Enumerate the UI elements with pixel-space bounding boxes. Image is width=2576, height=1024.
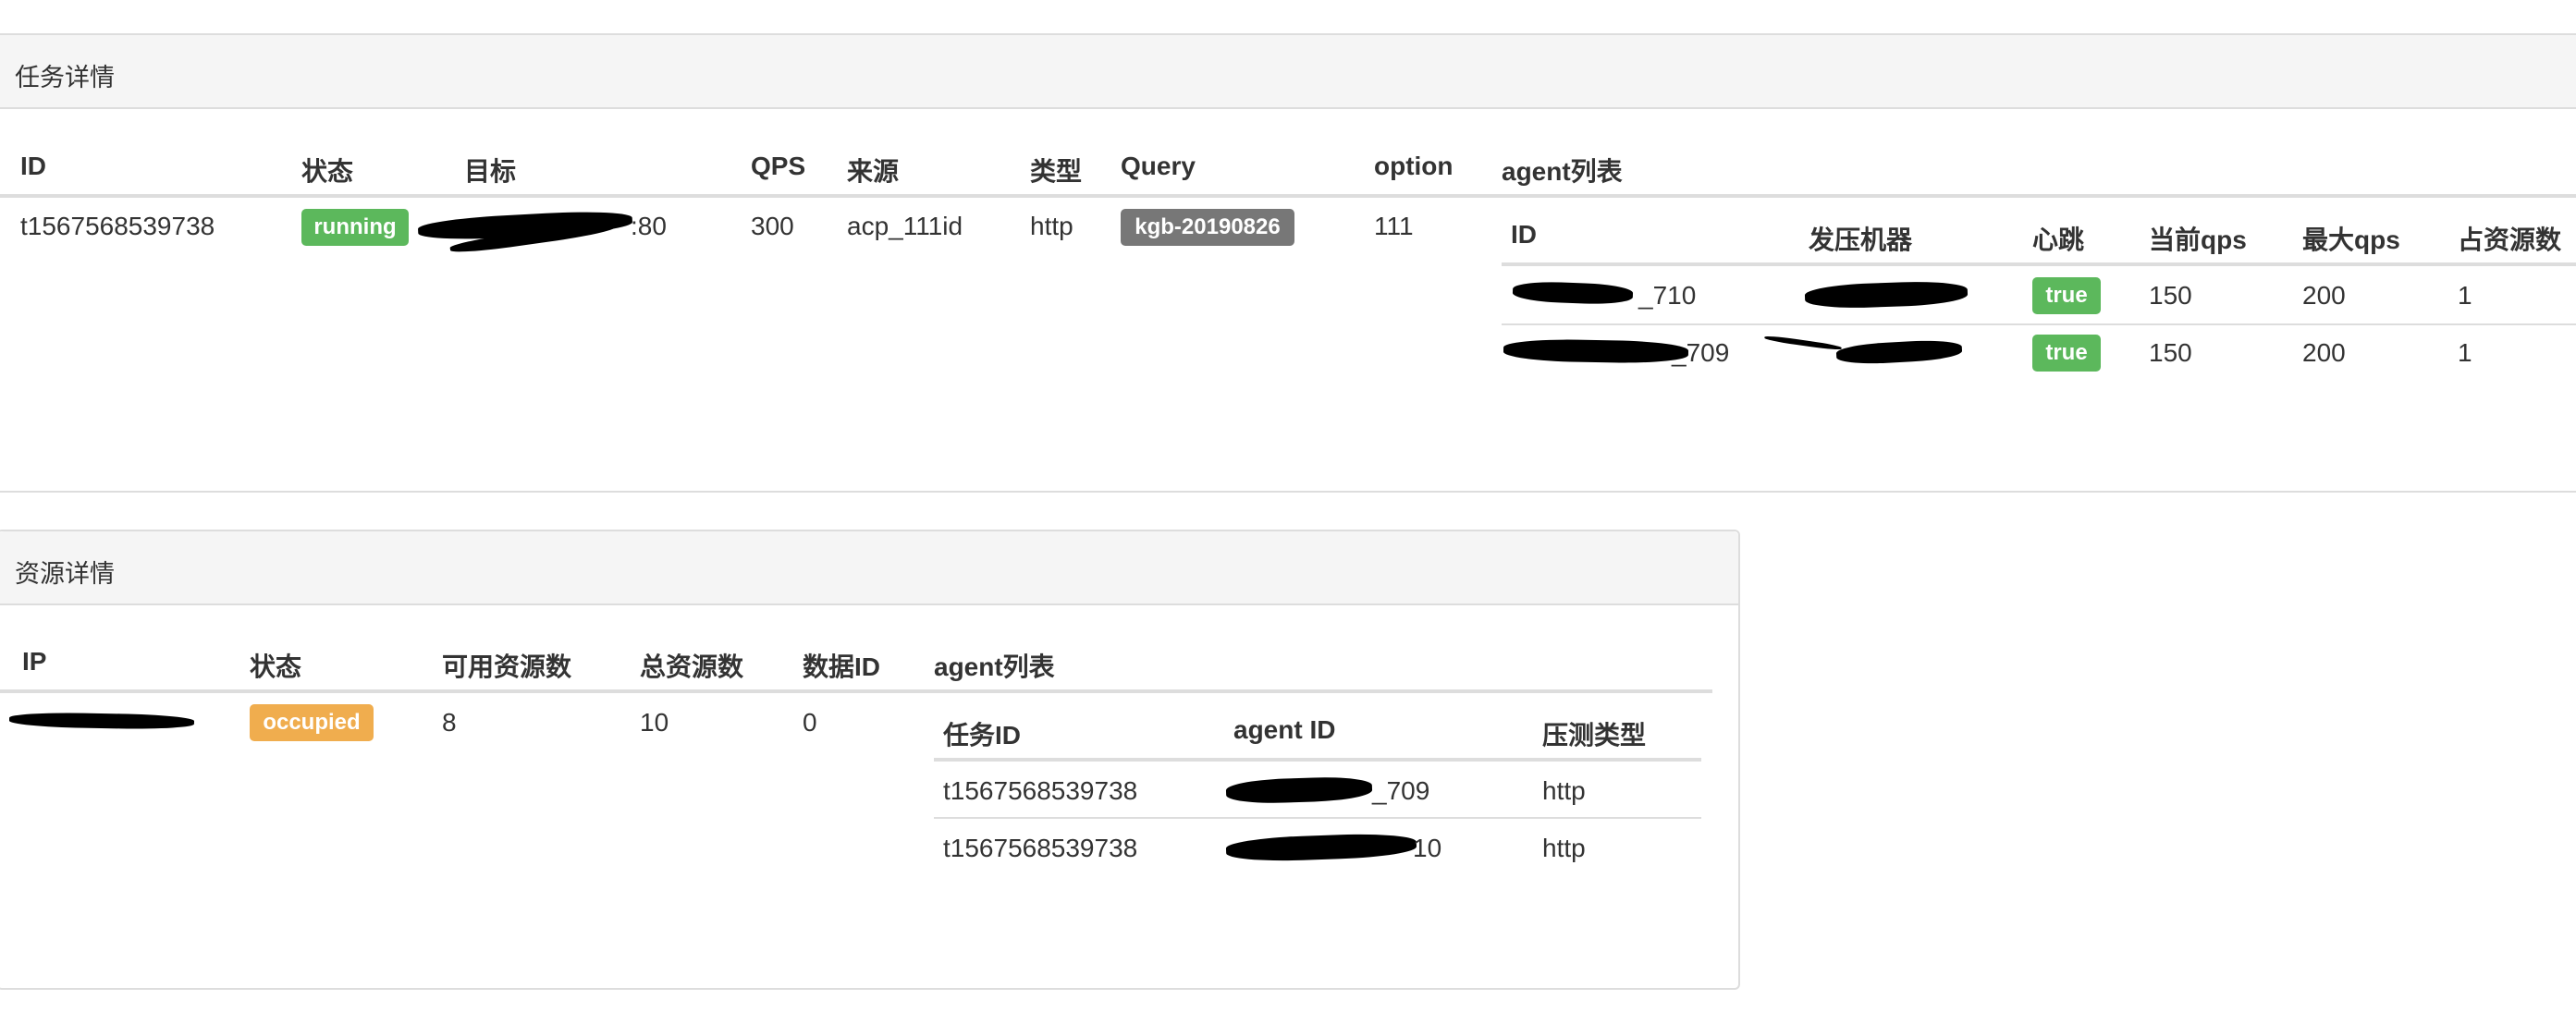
- resource-header-agent-list: agent列表: [934, 652, 1055, 681]
- res-agent-id-cell: 10: [1413, 834, 1442, 862]
- res-agent-test-type-cell: http: [1542, 776, 1586, 805]
- agent-resources-cell: 1: [2458, 338, 2472, 367]
- agent-resources-cell: 1: [2458, 281, 2472, 310]
- resource-header-ip: IP: [22, 647, 47, 676]
- agent-header-max-qps: 最大qps: [2302, 226, 2400, 254]
- task-source-cell: acp_111id: [847, 212, 963, 240]
- task-type-cell: http: [1030, 212, 1073, 240]
- task-header-source: 来源: [847, 157, 900, 186]
- agent-id-cell: _709: [1672, 338, 1730, 367]
- agent-header-heartbeat: 心跳: [2032, 226, 2085, 254]
- res-agent-test-type-cell: http: [1542, 834, 1586, 862]
- task-header-type: 类型: [1030, 157, 1083, 186]
- res-agent-task-id-cell: t1567568539738: [943, 834, 1138, 862]
- agent-current-qps-cell: 150: [2149, 338, 2192, 367]
- agent-header-resources: 占资源数: [2458, 226, 2562, 254]
- resource-header-available: 可用资源数: [442, 652, 572, 681]
- resource-total-cell: 10: [640, 708, 669, 737]
- task-panel-heading: 任务详情: [0, 35, 2576, 109]
- task-panel-title: 任务详情: [15, 64, 115, 91]
- res-agent-task-id-cell: t1567568539738: [943, 776, 1138, 805]
- resource-header-data-id: 数据ID: [803, 652, 881, 681]
- task-header-status: 状态: [301, 157, 354, 186]
- res-agent-row-divider: [934, 817, 1701, 819]
- agent-current-qps-cell: 150: [2149, 281, 2192, 310]
- task-header-qps: QPS: [751, 152, 806, 180]
- resource-available-cell: 8: [442, 708, 457, 737]
- agent-max-qps-cell: 200: [2302, 281, 2346, 310]
- resource-panel-title: 资源详情: [15, 560, 115, 588]
- task-header-agent-list: agent列表: [1502, 157, 1623, 186]
- agent-heartbeat-badge: true: [2032, 277, 2101, 314]
- res-agent-id-cell: _709: [1372, 776, 1430, 805]
- task-query-badge: kgb-20190826: [1121, 209, 1294, 246]
- resource-panel-heading: 资源详情: [0, 531, 1738, 605]
- agent-header-machine: 发压机器: [1809, 226, 1913, 254]
- agent-header-current-qps: 当前qps: [2149, 226, 2247, 254]
- task-header-query: Query: [1121, 152, 1196, 180]
- res-agent-header-agent-id: agent ID: [1233, 715, 1336, 744]
- agent-header-id: ID: [1511, 220, 1537, 249]
- agent-header-divider: [1502, 262, 2576, 266]
- agent-id-cell: _710: [1638, 281, 1697, 310]
- resource-header-divider: [0, 689, 1712, 693]
- resource-header-total: 总资源数: [640, 652, 744, 681]
- res-agent-header-divider: [934, 758, 1701, 762]
- task-header-divider: [0, 194, 2576, 198]
- task-header-option: option: [1374, 152, 1454, 180]
- task-header-target: 目标: [464, 157, 517, 186]
- agent-row-divider: [1502, 323, 2576, 325]
- resource-header-status: 状态: [250, 652, 302, 681]
- task-header-id: ID: [20, 152, 46, 180]
- res-agent-header-test-type: 压测类型: [1542, 721, 1647, 750]
- task-target-port: :80: [631, 212, 667, 240]
- agent-heartbeat-badge: true: [2032, 335, 2101, 372]
- task-id-cell: t1567568539738: [20, 212, 215, 240]
- agent-max-qps-cell: 200: [2302, 338, 2346, 367]
- res-agent-header-task-id: 任务ID: [943, 721, 1022, 750]
- task-status-badge: running: [301, 209, 409, 246]
- task-qps-cell: 300: [751, 212, 794, 240]
- resource-status-badge: occupied: [250, 704, 374, 741]
- task-option-cell: 111: [1374, 212, 1414, 240]
- resource-data-id-cell: 0: [803, 708, 817, 737]
